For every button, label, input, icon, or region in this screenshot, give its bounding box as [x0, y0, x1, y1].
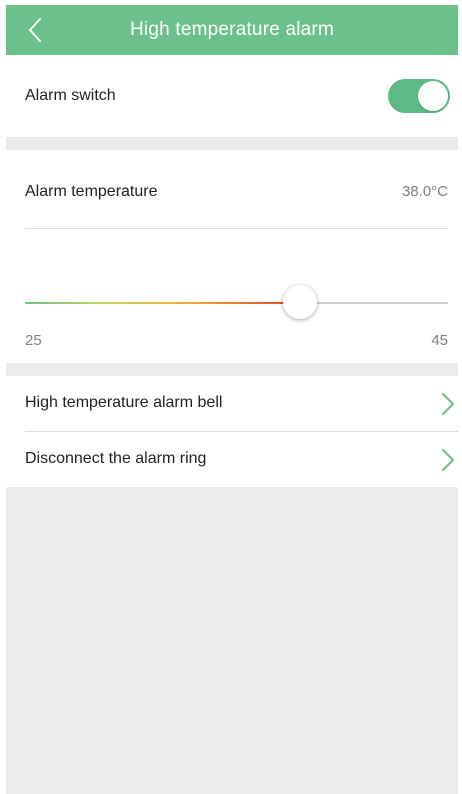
menu-item-disconnect-alarm-ring[interactable]: Disconnect the alarm ring: [6, 432, 458, 487]
slider-min-label: 25: [25, 332, 42, 349]
back-button[interactable]: [20, 12, 50, 48]
slider-fill: [25, 302, 300, 304]
alarm-temperature-value: 38.0°C: [401, 183, 448, 200]
slider-track: [25, 302, 448, 304]
slider-max-label: 45: [431, 332, 448, 349]
divider: [25, 228, 448, 229]
menu-item-high-temperature-alarm-bell[interactable]: High temperature alarm bell: [6, 376, 458, 431]
alarm-switch-toggle[interactable]: [388, 79, 450, 113]
alarm-switch-row: Alarm switch: [6, 55, 458, 137]
chevron-right-icon: [442, 449, 454, 471]
menu-item-label: Disconnect the alarm ring: [25, 450, 207, 467]
alarm-switch-label: Alarm switch: [25, 87, 116, 104]
chevron-right-icon: [442, 393, 454, 415]
alarm-temperature-card: Alarm temperature 38.0°C 25 45: [6, 150, 458, 363]
page-title: High temperature alarm: [130, 19, 334, 40]
alarm-menu: High temperature alarm bell Disconnect t…: [6, 376, 458, 487]
menu-item-label: High temperature alarm bell: [25, 394, 223, 411]
chevron-left-icon: [29, 18, 41, 42]
app-screen: High temperature alarm Alarm switch Alar…: [6, 5, 458, 794]
toggle-knob: [418, 81, 448, 111]
alarm-temperature-label: Alarm temperature: [25, 183, 158, 200]
navigation-bar: High temperature alarm: [6, 5, 458, 55]
temperature-slider[interactable]: [25, 283, 448, 323]
slider-thumb[interactable]: [282, 285, 317, 319]
